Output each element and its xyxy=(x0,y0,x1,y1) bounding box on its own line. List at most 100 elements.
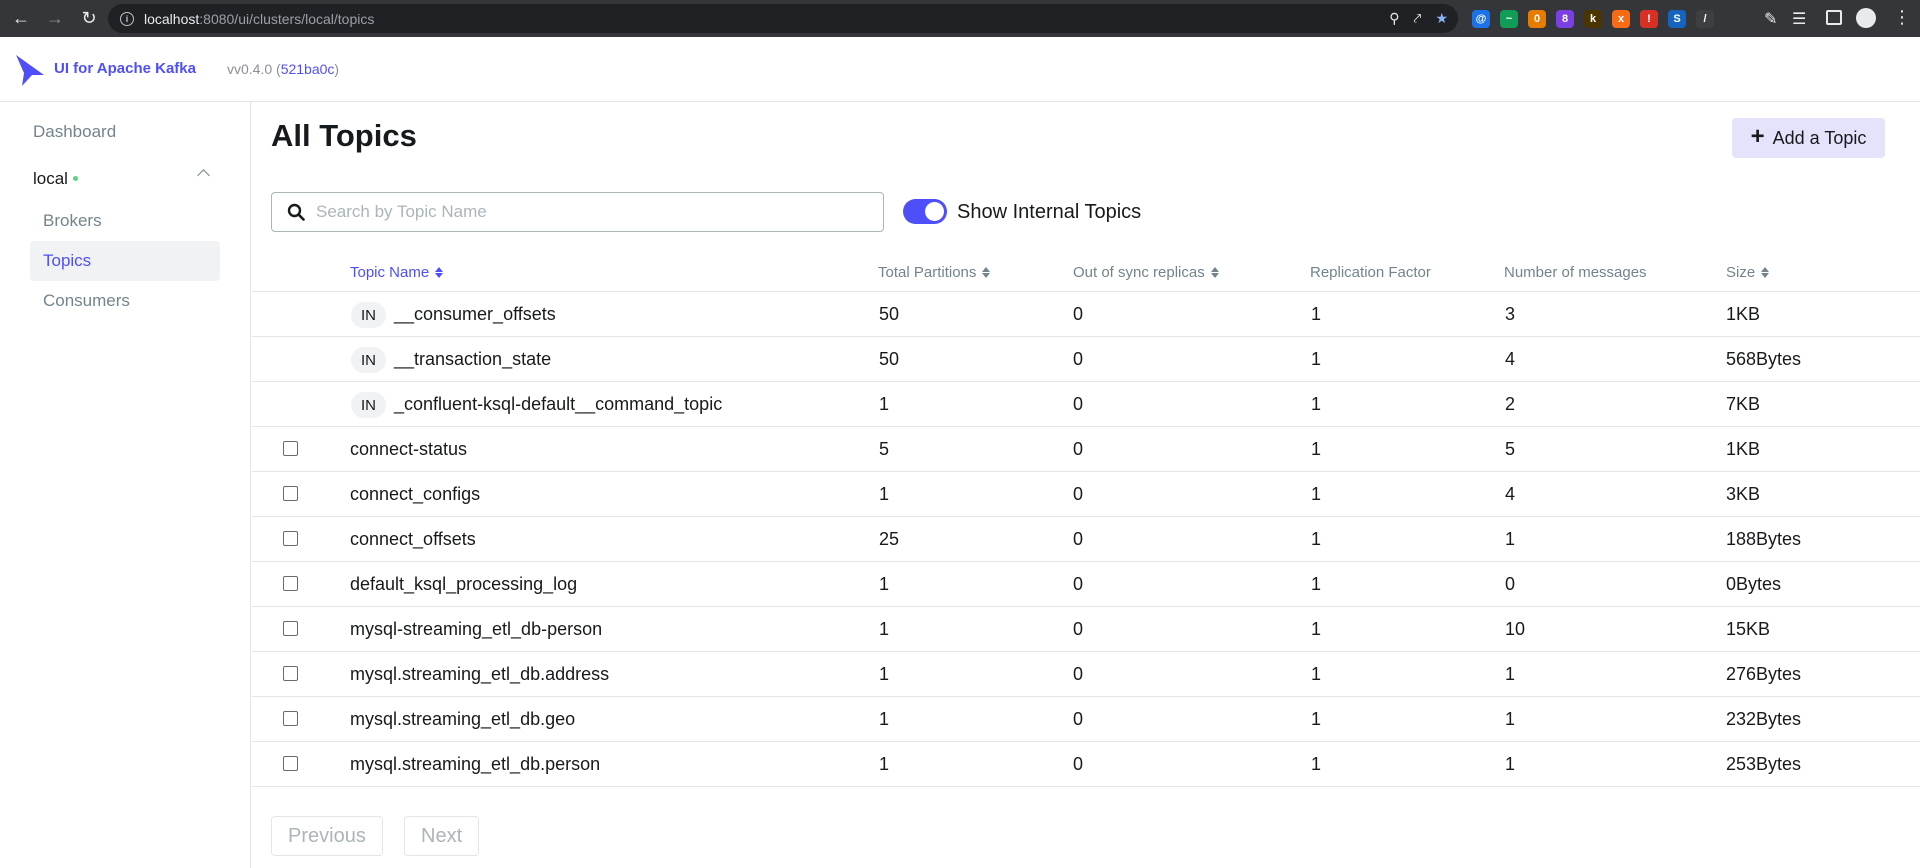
cell-replication: 1 xyxy=(1311,619,1322,639)
sidebar-item-consumers[interactable]: Consumers xyxy=(30,281,220,321)
topic-name-link[interactable]: connect_configs xyxy=(350,484,480,505)
reading-list-icon[interactable]: ☰ xyxy=(1792,9,1806,29)
cell-partitions: 1 xyxy=(879,484,890,504)
puzzle-extensions-icon[interactable]: ✎ xyxy=(1764,9,1777,29)
cell-out-of-sync: 0 xyxy=(1073,439,1084,459)
toggle-label: Show Internal Topics xyxy=(957,201,1142,223)
site-info-icon[interactable]: i xyxy=(120,11,134,26)
plus-icon: + xyxy=(1750,123,1765,150)
sidebar-item-topics[interactable]: Topics xyxy=(30,241,220,281)
row-checkbox[interactable] xyxy=(283,576,298,591)
row-checkbox[interactable] xyxy=(283,711,298,726)
column-header-out-of-sync[interactable]: Out of sync replicas xyxy=(1073,264,1219,281)
search-input[interactable] xyxy=(316,193,876,231)
table-row[interactable]: connect-status 5 0 1 5 1KB xyxy=(252,427,1920,472)
side-panel-icon[interactable] xyxy=(1826,10,1842,25)
cell-out-of-sync: 0 xyxy=(1073,304,1084,324)
row-checkbox[interactable] xyxy=(283,441,298,456)
column-header-size[interactable]: Size xyxy=(1726,264,1770,281)
cell-replication: 1 xyxy=(1311,349,1322,369)
next-page-button[interactable]: Next xyxy=(404,816,480,856)
table-row[interactable]: connect_configs 1 0 1 4 3KB xyxy=(252,472,1920,517)
cell-partitions: 50 xyxy=(879,349,900,369)
cell-messages: 4 xyxy=(1505,484,1516,504)
url-text[interactable]: localhost:8080/ui/clusters/local/topics xyxy=(144,11,374,27)
topic-name-link[interactable]: default_ksql_processing_log xyxy=(350,574,577,595)
topic-name-link[interactable]: mysql-streaming_etl_db-person xyxy=(350,619,602,640)
show-internal-topics-toggle[interactable] xyxy=(903,199,947,224)
sidebar: Dashboard local Brokers Topics Consumers xyxy=(0,102,251,868)
table-row[interactable]: mysql.streaming_etl_db.address 1 0 1 1 276Byt… xyxy=(252,652,1920,697)
table-row[interactable]: mysql.streaming_etl_db.person 1 0 1 1 253Byte… xyxy=(252,742,1920,787)
cell-messages: 5 xyxy=(1505,439,1516,459)
share-icon[interactable]: ⤤ xyxy=(1414,10,1422,27)
topic-name-link[interactable]: mysql.streaming_etl_db.address xyxy=(350,664,609,685)
table-row[interactable]: connect_offsets 25 0 1 1 188Bytes xyxy=(252,517,1920,562)
search-box xyxy=(271,192,884,232)
app-version: vv0.4.0 (521ba0c) xyxy=(227,61,340,77)
cell-partitions: 25 xyxy=(879,529,900,549)
s-icon[interactable]: S xyxy=(1668,10,1686,28)
chevron-up-icon[interactable] xyxy=(197,169,210,182)
topic-name-link[interactable]: connect-status xyxy=(350,439,467,460)
row-checkbox[interactable] xyxy=(283,531,298,546)
cell-size: 1KB xyxy=(1726,439,1761,459)
version-hash-link[interactable]: 521ba0c xyxy=(281,61,335,77)
column-header-topic-name[interactable]: Topic Name xyxy=(350,264,444,281)
internal-badge: IN xyxy=(351,392,386,418)
topic-name-link[interactable]: __consumer_offsets xyxy=(394,304,556,325)
cluster-name: local xyxy=(33,169,68,188)
sidebar-item-dashboard[interactable]: Dashboard xyxy=(30,112,220,152)
topic-name-link[interactable]: connect_offsets xyxy=(350,529,476,550)
address-bar[interactable]: i localhost:8080/ui/clusters/local/topic… xyxy=(108,4,1458,33)
slash-icon[interactable]: / xyxy=(1696,10,1714,28)
red-ext-icon[interactable]: ! xyxy=(1640,10,1658,28)
topic-name-link[interactable]: __transaction_state xyxy=(394,349,551,370)
toggle-knob xyxy=(925,202,944,221)
column-header-replication-factor: Replication Factor xyxy=(1310,264,1431,281)
cell-replication: 1 xyxy=(1311,439,1322,459)
ext-badge-8-icon[interactable]: 8 xyxy=(1556,10,1574,28)
bookmark-star-icon[interactable]: ★ xyxy=(1435,10,1448,27)
sidebar-cluster-local[interactable]: local xyxy=(30,159,220,199)
orange-x-icon[interactable]: x xyxy=(1612,10,1630,28)
cell-size: 0Bytes xyxy=(1726,574,1782,594)
row-checkbox[interactable] xyxy=(283,666,298,681)
table-row[interactable]: IN _confluent-ksql-default__command_topic… xyxy=(252,382,1920,427)
table-row[interactable]: mysql.streaming_etl_db.geo 1 0 1 1 232Bytes xyxy=(252,697,1920,742)
extensions-bar: @ ~0 8 k x! S / xyxy=(1472,6,1714,32)
row-checkbox[interactable] xyxy=(283,756,298,771)
topic-name-link[interactable]: mysql.streaming_etl_db.person xyxy=(350,754,600,775)
profile-avatar-icon[interactable] xyxy=(1856,8,1876,28)
column-header-total-partitions[interactable]: Total Partitions xyxy=(878,264,991,281)
table-row[interactable]: IN __consumer_offsets 50 0 1 3 1KB xyxy=(252,292,1920,337)
sort-icon xyxy=(435,267,444,278)
table-row[interactable]: IN __transaction_state 50 0 1 4 568Bytes xyxy=(252,337,1920,382)
table-row[interactable]: mysql-streaming_etl_db-person 1 0 1 10 15KB xyxy=(252,607,1920,652)
topic-name-link[interactable]: _confluent-ksql-default__command_topic xyxy=(394,394,722,415)
add-topic-button[interactable]: + Add a Topic xyxy=(1732,118,1885,158)
ext-badge-0-icon[interactable]: 0 xyxy=(1528,10,1546,28)
cell-replication: 1 xyxy=(1311,574,1322,594)
row-checkbox[interactable] xyxy=(283,621,298,636)
back-arrow-icon[interactable]: ← xyxy=(8,6,34,32)
brand-title[interactable]: UI for Apache Kafka xyxy=(54,60,196,77)
cell-messages: 1 xyxy=(1505,709,1516,729)
browser-menu-icon[interactable]: ⋮ xyxy=(1893,7,1911,28)
forward-arrow-icon[interactable]: → xyxy=(42,6,68,32)
cell-out-of-sync: 0 xyxy=(1073,709,1084,729)
at-icon[interactable]: @ xyxy=(1472,10,1490,28)
green-ext-icon[interactable]: ~ xyxy=(1500,10,1518,28)
reload-icon[interactable]: ↻ xyxy=(76,6,102,32)
row-checkbox[interactable] xyxy=(283,486,298,501)
zoom-icon[interactable]: ⚲ xyxy=(1389,10,1399,27)
kafka-logo-icon[interactable] xyxy=(14,53,46,87)
cell-messages: 3 xyxy=(1505,304,1516,324)
topic-name-link[interactable]: mysql.streaming_etl_db.geo xyxy=(350,709,575,730)
table-row[interactable]: default_ksql_processing_log 1 0 1 0 0Bytes xyxy=(252,562,1920,607)
cell-partitions: 1 xyxy=(879,709,890,729)
k-icon[interactable]: k xyxy=(1584,10,1602,28)
cell-out-of-sync: 0 xyxy=(1073,529,1084,549)
previous-page-button[interactable]: Previous xyxy=(271,816,383,856)
sidebar-item-brokers[interactable]: Brokers xyxy=(30,201,220,241)
